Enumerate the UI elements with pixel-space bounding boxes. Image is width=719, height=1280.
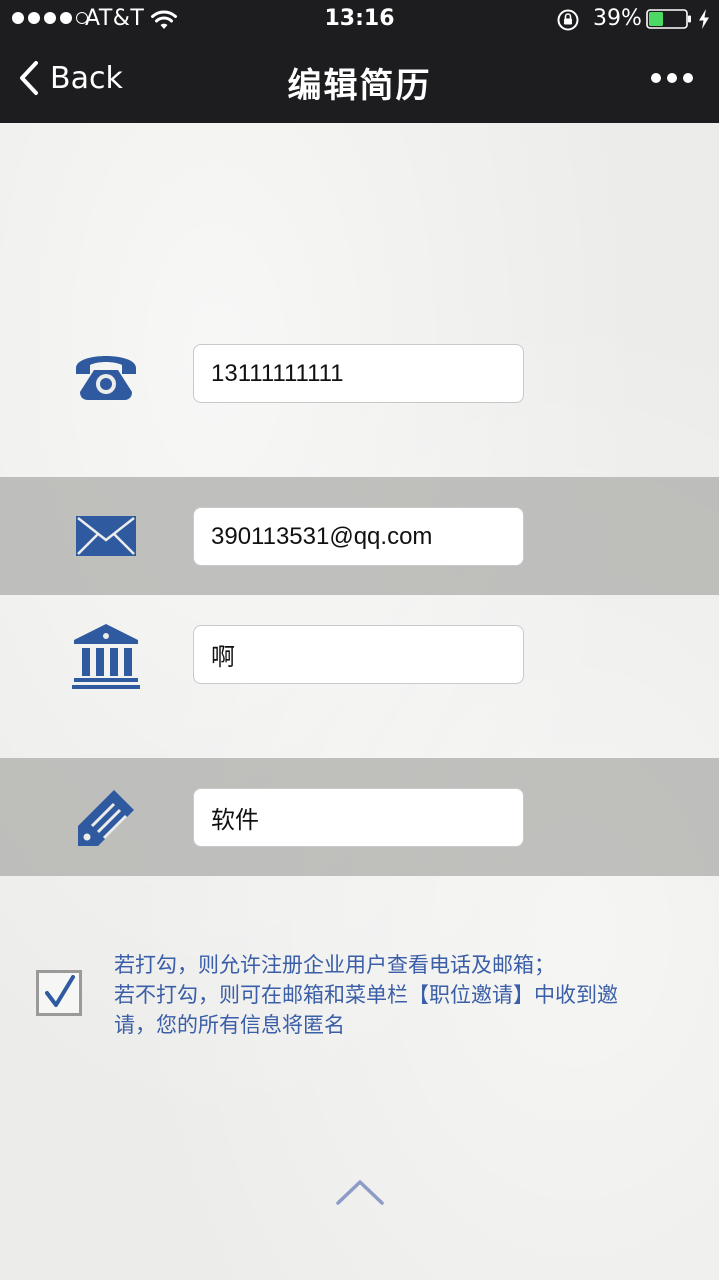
more-dot [651, 73, 661, 83]
more-dot [683, 73, 693, 83]
charging-bolt-icon [699, 9, 709, 29]
top-bar: AT&T 13:16 39% Back 编辑简历 [0, 0, 719, 123]
institution-icon [72, 624, 140, 689]
consent-line: 请，您的所有信息将匿名 [114, 1013, 345, 1037]
telephone-icon [76, 356, 136, 400]
battery-icon [646, 9, 691, 29]
privacy-consent-checkbox[interactable] [36, 970, 82, 1016]
battery-percent: 39% [593, 6, 642, 31]
more-dot [667, 73, 677, 83]
rotation-lock-icon [557, 9, 579, 31]
email-field[interactable] [193, 507, 524, 566]
envelope-icon [76, 516, 136, 556]
navigation-bar: Back 编辑简历 [0, 40, 719, 123]
consent-line: 若不打勾，则可在邮箱和菜单栏【职位邀请】中收到邀 [114, 983, 618, 1007]
school-field[interactable] [193, 625, 524, 684]
phone-field[interactable] [193, 344, 524, 403]
checkmark-icon [45, 975, 75, 1007]
chevron-up-icon[interactable] [335, 1176, 385, 1206]
more-options-button[interactable] [651, 73, 693, 83]
major-field[interactable] [193, 788, 524, 847]
page-title: 编辑简历 [287, 66, 432, 106]
privacy-consent-text: 若打勾，则允许注册企业用户查看电话及邮箱； 若不打勾，则可在邮箱和菜单栏【职位邀… [114, 950, 684, 1040]
consent-line: 若打勾，则允许注册企业用户查看电话及邮箱； [114, 953, 555, 977]
privacy-consent: 若打勾，则允许注册企业用户查看电话及邮箱； 若不打勾，则可在邮箱和菜单栏【职位邀… [36, 944, 696, 1044]
status-bar: AT&T 13:16 39% [0, 0, 719, 40]
resume-form [0, 123, 719, 1280]
tag-pencil-icon [78, 790, 134, 846]
